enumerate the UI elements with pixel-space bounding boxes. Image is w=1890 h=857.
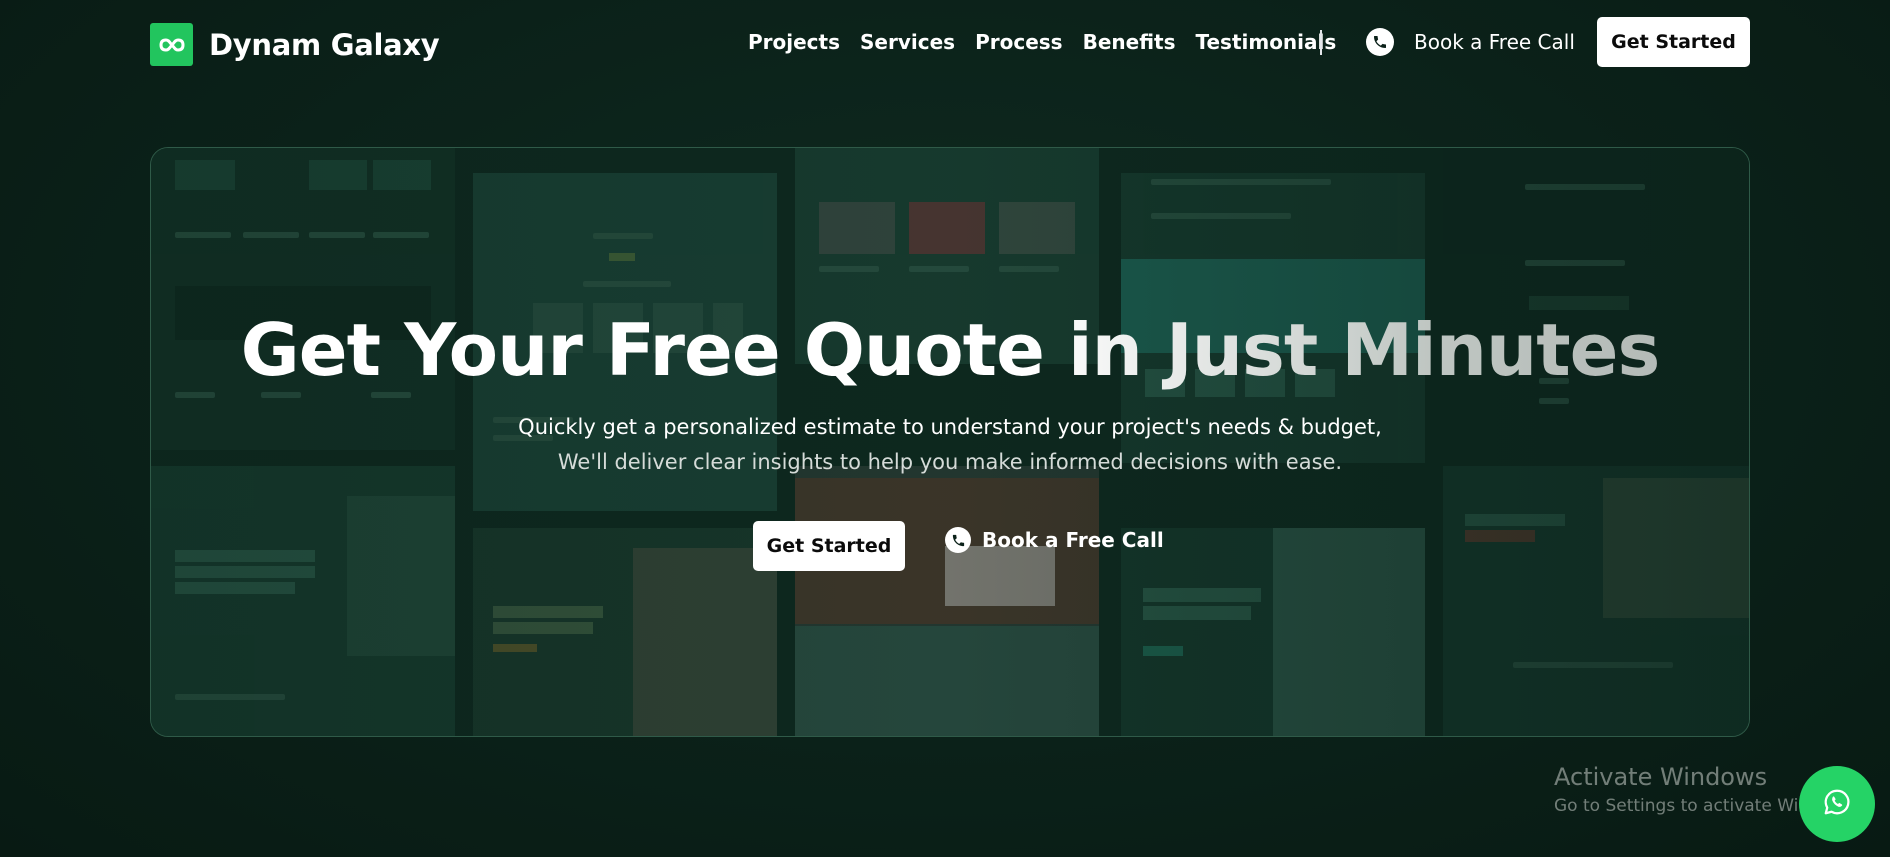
- book-call-link[interactable]: Book a Free Call: [1366, 28, 1575, 56]
- hero-book-call-link[interactable]: Book a Free Call: [945, 526, 1164, 554]
- nav-link-benefits[interactable]: Benefits: [1083, 28, 1176, 56]
- whatsapp-chat-button[interactable]: [1799, 766, 1875, 842]
- whatsapp-icon: [1822, 787, 1852, 821]
- brand-name: Dynam Galaxy: [209, 27, 440, 62]
- nav-link-services[interactable]: Services: [860, 28, 955, 56]
- nav-divider: [1320, 30, 1322, 55]
- nav-link-projects[interactable]: Projects: [748, 28, 840, 56]
- book-call-label: Book a Free Call: [1414, 30, 1575, 54]
- hero-subtitle-line2: We'll deliver clear insights to help you…: [557, 450, 1343, 474]
- hero-book-call-label: Book a Free Call: [982, 528, 1164, 552]
- get-started-button[interactable]: Get Started: [1597, 17, 1750, 67]
- infinity-icon: [150, 23, 193, 66]
- main-menu: Projects Services Process Benefits Testi…: [748, 28, 1356, 56]
- phone-icon: [1366, 28, 1394, 56]
- brand-logo-link[interactable]: Dynam Galaxy: [150, 23, 440, 66]
- nav-link-testimonials[interactable]: Testimonials: [1195, 28, 1336, 56]
- phone-icon: [945, 527, 971, 553]
- nav-link-process[interactable]: Process: [975, 28, 1063, 56]
- hero-get-started-button[interactable]: Get Started: [753, 521, 905, 571]
- hero-section: Get Your Free Quote in Just Minutes Quic…: [150, 147, 1750, 737]
- hero-subtitle-line1: Quickly get a personalized estimate to u…: [518, 415, 1382, 439]
- navbar: Dynam Galaxy Projects Services Process B…: [0, 0, 1890, 88]
- hero-title: Get Your Free Quote in Just Minutes: [151, 308, 1749, 392]
